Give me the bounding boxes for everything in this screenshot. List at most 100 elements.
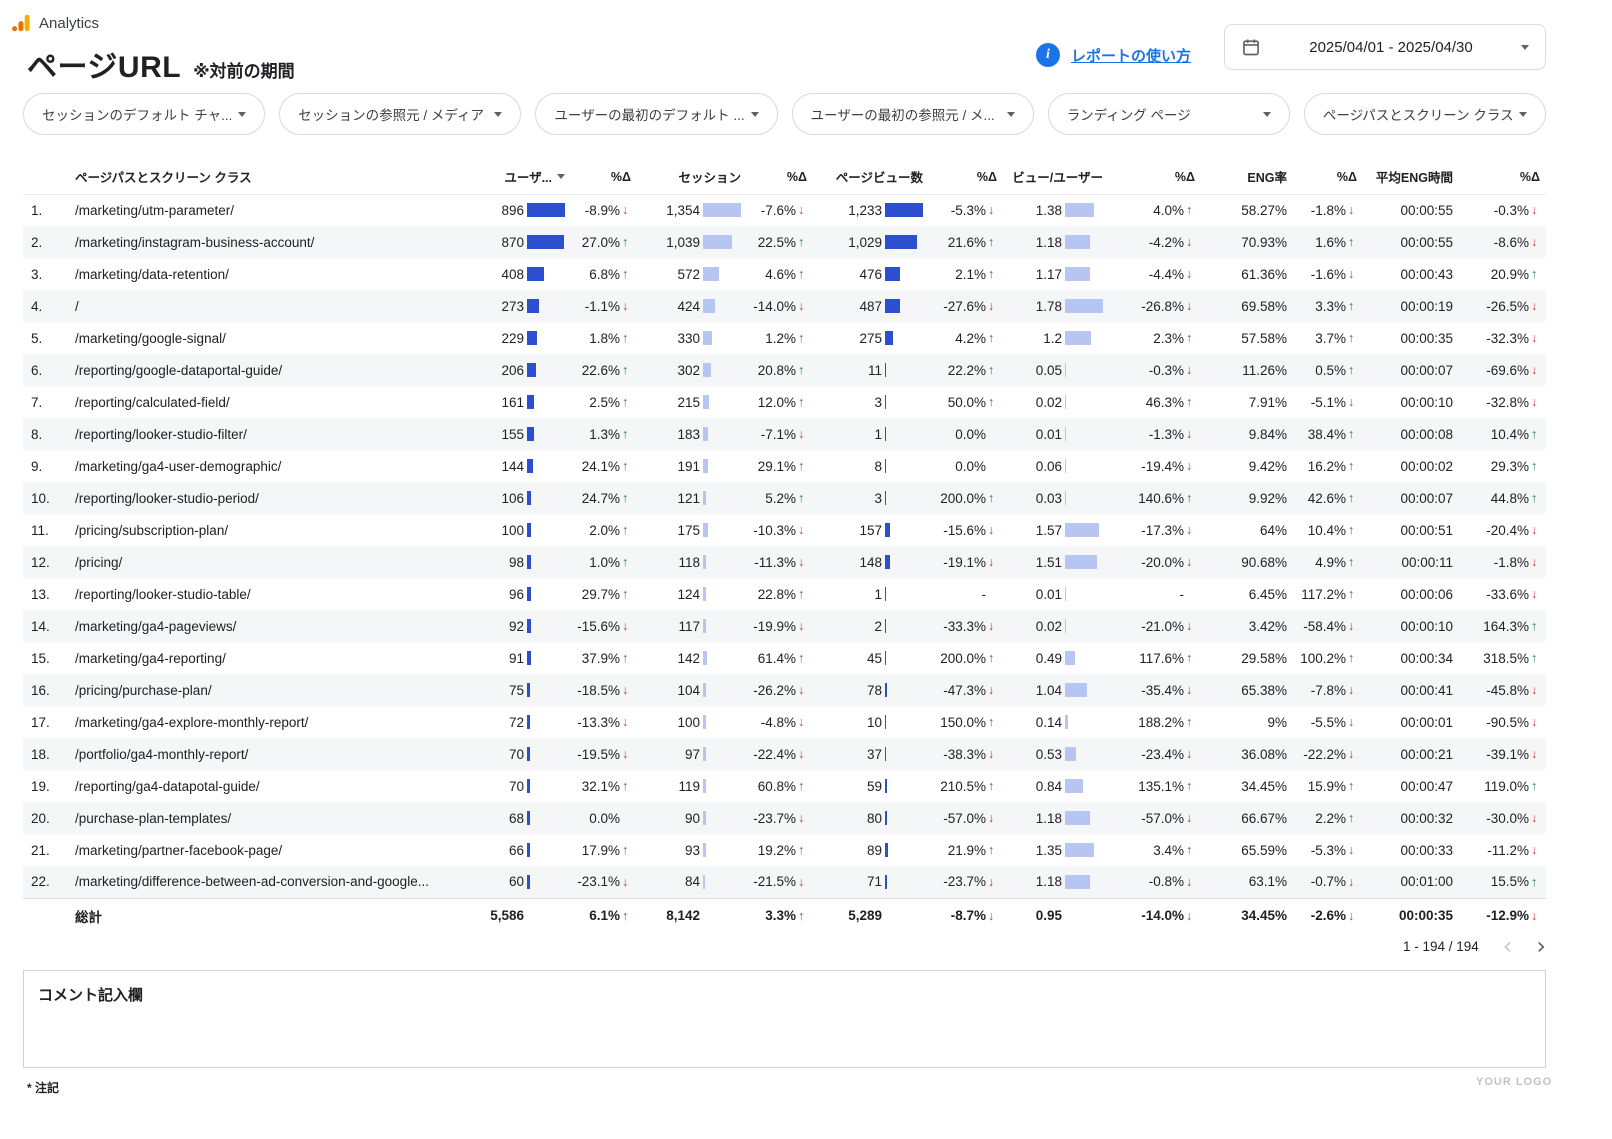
filter-chip-label: ユーザーの最初のデフォルト ...: [554, 104, 744, 124]
delta-pageviews: -15.6%↓: [923, 514, 1003, 546]
delta-pageviews: -5.3%↓: [923, 194, 1003, 226]
arrow-down-icon: ↓: [622, 683, 633, 697]
date-range-picker[interactable]: 2025/04/01 - 2025/04/30: [1224, 24, 1546, 70]
metric-pageviews: 89: [813, 834, 923, 866]
sessions-bar: [703, 523, 741, 537]
info-icon[interactable]: i: [1036, 43, 1060, 67]
col-sessions[interactable]: セッション: [637, 160, 741, 194]
arrow-up-icon: ↑: [798, 363, 809, 377]
table-row: 7./reporting/calculated-field/1612.5%↑21…: [23, 386, 1546, 418]
metric-pageviews: 10: [813, 706, 923, 738]
delta-time: -32.8%↓: [1459, 386, 1546, 418]
delta-time: 15.5%↑: [1459, 866, 1546, 898]
arrow-down-icon: ↓: [798, 811, 809, 825]
eng-rate: 9.92%: [1201, 482, 1293, 514]
metric-pageviews: 3: [813, 482, 923, 514]
col-pageviews-delta[interactable]: %Δ: [923, 160, 1003, 194]
arrow-up-icon: ↑: [798, 587, 809, 601]
users-bar: [527, 523, 565, 537]
avg-eng-time: 00:00:34: [1363, 642, 1459, 674]
help-link[interactable]: レポートの使い方: [1071, 45, 1191, 66]
metric-users: 70: [463, 770, 565, 802]
avg-eng-time: 00:00:35: [1363, 322, 1459, 354]
filter-chip-1[interactable]: セッションのデフォルト チャ...: [23, 93, 265, 135]
metric-vpu: 0.06: [1003, 450, 1103, 482]
arrow-down-icon: ↓: [1348, 747, 1359, 761]
delta-users: -8.9%↓: [565, 194, 637, 226]
sessions-bar: [703, 363, 741, 377]
col-sessions-delta[interactable]: %Δ: [741, 160, 813, 194]
filter-chip-5[interactable]: ランディング ページ: [1048, 93, 1290, 135]
arrow-up-icon: ↑: [798, 459, 809, 473]
col-eng-rate-delta[interactable]: %Δ: [1293, 160, 1363, 194]
page-subtitle: ※対前の期間: [193, 57, 295, 82]
users-bar: [527, 683, 565, 697]
arrow-up-icon: ↑: [1186, 779, 1197, 793]
avg-eng-time: 00:00:43: [1363, 258, 1459, 290]
col-users[interactable]: ユーザ...: [463, 160, 565, 194]
col-views-per-user[interactable]: ビュー/ユーザー: [1003, 160, 1103, 194]
table-row: 2./marketing/instagram-business-account/…: [23, 226, 1546, 258]
row-index: 17.: [23, 706, 71, 738]
pageviews-bar: [885, 683, 923, 697]
metric-users: 100: [463, 514, 565, 546]
col-users-delta[interactable]: %Δ: [565, 160, 637, 194]
arrow-down-icon: ↓: [1348, 203, 1359, 217]
delta-vpu: -: [1103, 578, 1201, 610]
col-views-per-user-delta[interactable]: %Δ: [1103, 160, 1201, 194]
users-bar: [527, 843, 565, 857]
metric-vpu: 0.49: [1003, 642, 1103, 674]
arrow-down-icon: ↓: [988, 811, 999, 825]
pageviews-bar: [885, 747, 923, 761]
metric-users: 229: [463, 322, 565, 354]
delta-users: -23.1%↓: [565, 866, 637, 898]
prev-page-icon[interactable]: ‹: [1503, 936, 1513, 956]
sessions-bar: [703, 811, 741, 825]
filter-chip-6[interactable]: ページパスとスクリーン クラス: [1304, 93, 1546, 135]
users-bar: [527, 587, 565, 601]
metric-users: 70: [463, 738, 565, 770]
delta-eng: 2.2%↑: [1293, 802, 1363, 834]
metric-sessions: 424: [637, 290, 741, 322]
filter-chip-label: ユーザーの最初の参照元 / メ...: [811, 104, 995, 124]
metric-vpu: 1.18: [1003, 226, 1103, 258]
col-pageviews[interactable]: ページビュー数: [813, 160, 923, 194]
comment-box[interactable]: コメント記入欄: [23, 970, 1546, 1068]
arrow-up-icon: ↑: [1531, 459, 1542, 473]
arrow-down-icon: ↓: [1186, 267, 1197, 281]
filter-chip-2[interactable]: セッションの参照元 / メディア: [279, 93, 521, 135]
table-row: 13./reporting/looker-studio-table/9629.7…: [23, 578, 1546, 610]
users-bar: [527, 875, 565, 889]
col-avg-eng-time[interactable]: 平均ENG時間: [1363, 160, 1459, 194]
metric-sessions: 118: [637, 546, 741, 578]
delta-vpu: -17.3%↓: [1103, 514, 1201, 546]
arrow-up-icon: ↑: [1186, 715, 1197, 729]
arrow-up-icon: ↑: [622, 235, 633, 249]
vpu-bar: [1065, 619, 1103, 633]
delta-vpu: -0.3%↓: [1103, 354, 1201, 386]
col-eng-rate[interactable]: ENG率: [1201, 160, 1293, 194]
col-avg-eng-time-delta[interactable]: %Δ: [1459, 160, 1546, 194]
delta-eng: 3.3%↑: [1293, 290, 1363, 322]
delta-sessions: 5.2%↑: [741, 482, 813, 514]
sessions-bar: [703, 715, 741, 729]
metric-sessions: 121: [637, 482, 741, 514]
users-bar: [527, 235, 565, 249]
metric-pageviews: 1,029: [813, 226, 923, 258]
delta-pageviews: 200.0%↑: [923, 482, 1003, 514]
arrow-down-icon: ↓: [988, 909, 999, 923]
col-page-path[interactable]: ページパスとスクリーン クラス: [71, 160, 463, 194]
delta-vpu: -57.0%↓: [1103, 802, 1201, 834]
delta-users: -15.6%↓: [565, 610, 637, 642]
filter-chip-3[interactable]: ユーザーの最初のデフォルト ...: [535, 93, 777, 135]
vpu-bar: [1065, 267, 1103, 281]
users-bar: [527, 555, 565, 569]
chevron-down-icon: [494, 112, 502, 117]
metric-pageviews: 157: [813, 514, 923, 546]
delta-vpu: -23.4%↓: [1103, 738, 1201, 770]
avg-eng-time: 00:00:11: [1363, 546, 1459, 578]
table-row: 3./marketing/data-retention/4086.8%↑5724…: [23, 258, 1546, 290]
filter-chip-4[interactable]: ユーザーの最初の参照元 / メ...: [792, 93, 1034, 135]
next-page-icon[interactable]: ›: [1536, 936, 1546, 956]
metric-users: 106: [463, 482, 565, 514]
